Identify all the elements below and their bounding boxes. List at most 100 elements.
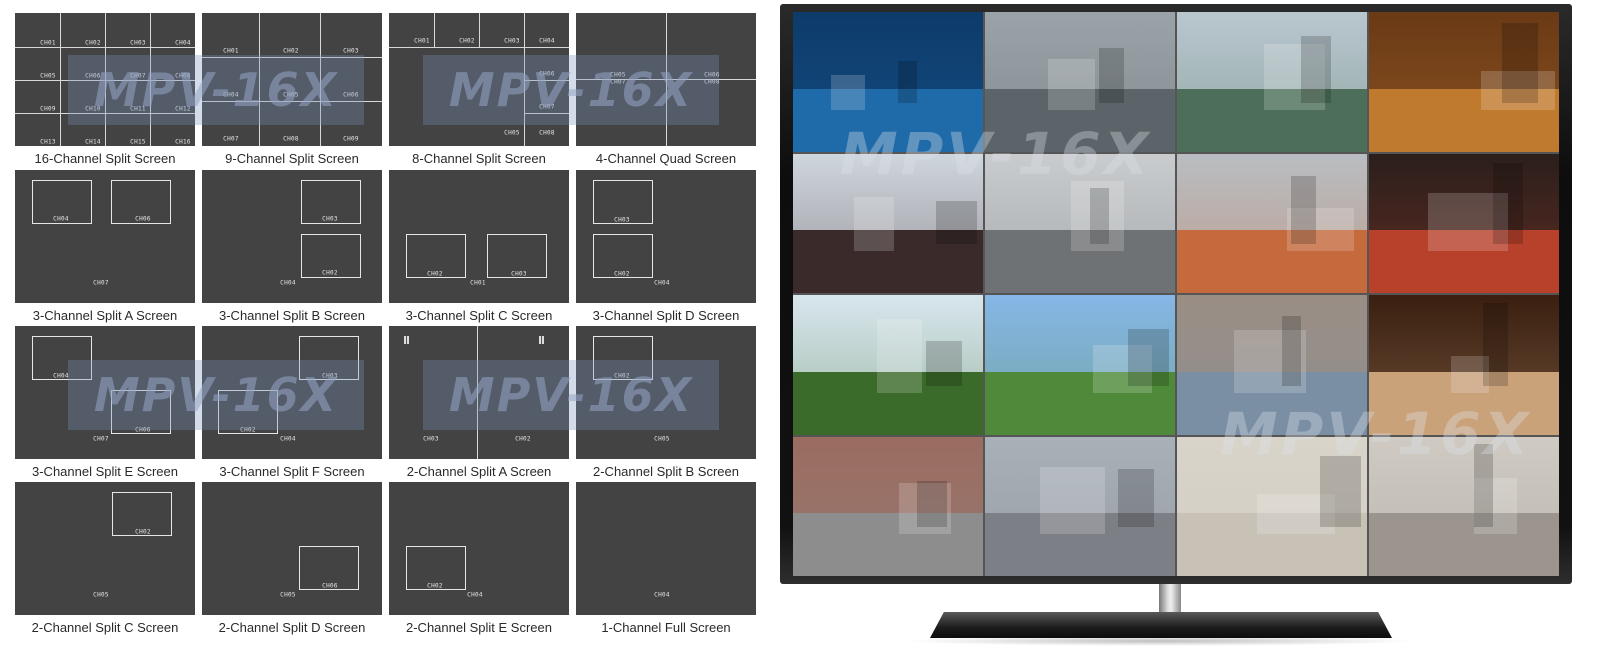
layout-tile: CH01 CH02 CH03 CH04 CH05 CH06 CH07 CH08 CH09 CH10… xyxy=(15,13,195,166)
tv-shadow xyxy=(900,636,1420,646)
channel-label: CH02 xyxy=(85,39,101,47)
scene-structure xyxy=(1291,175,1316,245)
scene-lower xyxy=(793,88,983,152)
channel-label: CH13 xyxy=(40,138,56,146)
layout-tile: CH01 CH02 CH03 CH04 CH06 CH07 CH05 CH08 8-Channe… xyxy=(389,13,569,166)
channel-label: CH02 xyxy=(240,426,256,434)
layout-tile: CH04 1-Channel Full Screen xyxy=(576,482,756,635)
channel-label: CH05 xyxy=(93,591,109,599)
channel-label: CH15 xyxy=(130,138,146,146)
camera-feed-stone-buddha-caves xyxy=(1177,295,1367,435)
scene-structure xyxy=(1483,303,1508,386)
layout-caption: 3-Channel Split A Screen xyxy=(32,308,178,323)
camera-feed-street-buildings xyxy=(793,436,983,576)
layout-preview-screen: CH01 CH02 CH03 CH04 CH05 CH06 CH07 CH08 CH09 xyxy=(202,13,382,146)
layout-tile: CH03 CH02 CH04 3-Channel Split D Screen xyxy=(576,170,756,323)
channel-label: CH04 xyxy=(280,435,296,443)
layout-tile: CH06 CH05 2-Channel Split D Screen xyxy=(202,482,382,635)
layout-caption: 3-Channel Split D Screen xyxy=(592,308,740,323)
channel-label: CH01 xyxy=(470,279,486,287)
layout-caption: 2-Channel Split C Screen xyxy=(31,620,179,635)
channel-label: CH06 xyxy=(85,72,101,80)
layout-preview-screen: CH04 CH06 CH07 xyxy=(15,170,195,303)
channel-label: CH06 xyxy=(135,215,151,223)
layout-tile: CH02 CH04 2-Channel Split E Screen xyxy=(389,482,569,635)
channel-label: CH05 xyxy=(654,435,670,443)
channel-label: CH03 xyxy=(343,47,359,55)
layout-caption: 1-Channel Full Screen xyxy=(601,620,731,635)
camera-feed-basketball-arena xyxy=(1369,153,1559,293)
grid-line xyxy=(434,13,435,47)
tv-stand xyxy=(930,612,1392,638)
scene-upper xyxy=(1369,436,1559,514)
channel-label: CH14 xyxy=(85,138,101,146)
layout-caption: 3-Channel Split F Screen xyxy=(219,464,365,479)
channel-label: CH01 xyxy=(414,37,430,45)
layout-preview-screen: CH05 CH07 CH06 CH08 xyxy=(576,13,756,146)
grid-line xyxy=(389,47,569,48)
tv-display: MPV-16X MPV-16X xyxy=(770,0,1600,663)
channel-label: CH06 xyxy=(343,91,359,99)
channel-label: CH02 xyxy=(515,435,531,443)
camera-feed-hotel-lobby xyxy=(1369,12,1559,152)
camera-feed-airport-terminal xyxy=(985,436,1175,576)
channel-label: CH03 xyxy=(504,37,520,45)
channel-label: CH04 xyxy=(223,91,239,99)
camera-feed-metro-concourse xyxy=(1177,436,1367,576)
scene-structure xyxy=(916,481,947,528)
layout-catalog: CH01 CH02 CH03 CH04 CH05 CH06 CH07 CH08 CH09 CH10… xyxy=(0,0,770,663)
scene-structure xyxy=(1118,468,1155,528)
layout-tile: CH04 CH06 CH07 3-Channel Split E Screen xyxy=(15,326,195,479)
layout-tile: CH05 CH07 CH06 CH08 4-Channel Quad Screen xyxy=(576,13,756,166)
scene-upper xyxy=(793,436,983,514)
channel-label: CH07 xyxy=(539,103,555,111)
layout-tile: CH02 CH05 2-Channel Split C Screen xyxy=(15,482,195,635)
channel-label: CH02 xyxy=(614,270,630,278)
scene-structure xyxy=(853,196,894,252)
layout-tile: CH04 CH06 CH07 3-Channel Split A Screen xyxy=(15,170,195,323)
channel-label: CH01 xyxy=(223,47,239,55)
camera-feed-tree-lined-road xyxy=(793,295,983,435)
channel-label: CH02 xyxy=(614,372,630,380)
channel-label: CH04 xyxy=(654,591,670,599)
channel-label: CH07 xyxy=(130,72,146,80)
layout-caption: 2-Channel Split E Screen xyxy=(406,620,552,635)
channel-label: CH07 xyxy=(610,78,626,86)
layout-preview-screen: CH04 xyxy=(576,482,756,615)
layout-tile: CH03 CH02 2-Channel Split A Screen xyxy=(389,326,569,479)
scene-structure xyxy=(926,341,963,386)
camera-feed-video-wall-tunnel xyxy=(793,12,983,152)
layout-caption: 2-Channel Split A Screen xyxy=(406,464,552,479)
scene-structure xyxy=(1099,48,1124,103)
layout-preview-screen: CH03 CH02 xyxy=(389,326,569,459)
layout-caption: 3-Channel Split E Screen xyxy=(32,464,178,479)
scene-structure xyxy=(876,318,923,393)
grid-line xyxy=(15,47,195,48)
layout-preview-screen: CH03 CH02 CH04 xyxy=(576,170,756,303)
scene-structure xyxy=(1492,163,1523,245)
scene-structure xyxy=(897,60,917,103)
channel-label: CH10 xyxy=(85,105,101,113)
layout-preview-screen: CH02 CH03 CH01 xyxy=(389,170,569,303)
scene-structure xyxy=(1127,328,1170,386)
layout-tile: CH02 CH05 2-Channel Split B Screen xyxy=(576,326,756,479)
scene-structure xyxy=(1300,35,1331,103)
speaker-icon xyxy=(404,336,409,344)
grid-line xyxy=(524,113,569,114)
camera-feed-underground-hall xyxy=(1369,295,1559,435)
camera-feed-parking-garage xyxy=(985,153,1175,293)
layout-caption: 3-Channel Split C Screen xyxy=(405,308,553,323)
scene-structure xyxy=(1047,59,1096,110)
grid-line xyxy=(202,57,382,58)
grid-line xyxy=(576,79,756,80)
channel-label: CH04 xyxy=(539,37,555,45)
scene-lower xyxy=(793,513,983,576)
channel-label: CH06 xyxy=(135,426,151,434)
channel-label: CH07 xyxy=(93,435,109,443)
grid-line xyxy=(259,13,260,146)
camera-feed-parking-lot-cars xyxy=(1177,153,1367,293)
scene-upper xyxy=(793,12,983,89)
channel-label: CH08 xyxy=(704,78,720,86)
scene-structure xyxy=(1040,467,1105,535)
scene-structure xyxy=(1281,315,1301,386)
